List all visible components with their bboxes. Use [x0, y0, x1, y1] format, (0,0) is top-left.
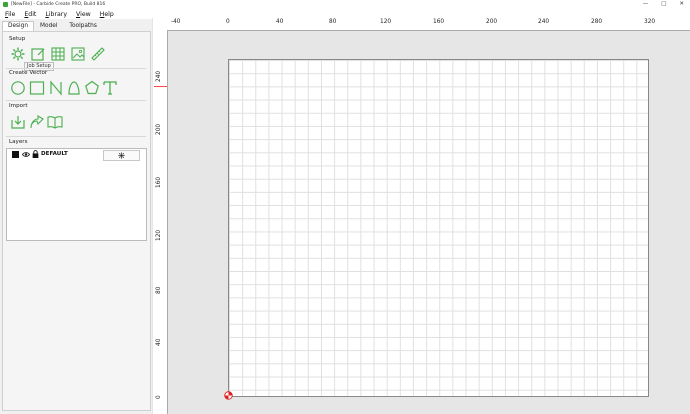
x-tick-label: -40: [171, 19, 181, 25]
ruler-icon[interactable]: [90, 46, 106, 62]
curve-icon[interactable]: [66, 80, 82, 96]
rectangle-icon[interactable]: [29, 80, 45, 96]
window-controls: — □ ✕: [643, 1, 684, 7]
menu-view[interactable]: View: [76, 11, 91, 18]
horizontal-ruler: [168, 18, 690, 31]
y-tick-label: 0: [156, 395, 162, 399]
circle-icon[interactable]: [10, 80, 26, 96]
x-tick-label: 320: [644, 19, 656, 25]
y-tick-label: 160: [156, 176, 162, 188]
polygon-icon[interactable]: [84, 80, 100, 96]
y-tick-label: 120: [156, 229, 162, 241]
x-tick-label: 40: [276, 19, 284, 25]
layer-name[interactable]: DEFAULT: [41, 151, 68, 157]
layers-list: DEFAULT: [6, 148, 147, 241]
gear-icon[interactable]: [10, 46, 26, 62]
y-tick-label: 240: [156, 70, 162, 82]
maximize-icon[interactable]: □: [661, 1, 666, 7]
image-icon[interactable]: [70, 46, 86, 62]
edit-square-icon[interactable]: [30, 46, 46, 62]
x-tick-label: 160: [433, 19, 445, 25]
tab-design[interactable]: Design: [2, 21, 35, 31]
menu-edit[interactable]: Edit: [24, 11, 36, 18]
x-tick-label: 200: [486, 19, 498, 25]
x-tick-label: 120: [380, 19, 392, 25]
book-icon[interactable]: [47, 114, 63, 130]
app-icon: [3, 2, 8, 7]
import-icon[interactable]: [10, 114, 26, 130]
divider: [6, 100, 146, 101]
import-vector-icon[interactable]: [29, 114, 45, 130]
vertical-ruler: [153, 30, 168, 414]
window-title: [NewFile] - Carbide Create PRO, Build 81…: [11, 2, 106, 7]
divider: [6, 68, 146, 69]
menu-file[interactable]: File: [5, 11, 15, 18]
create-vector-label: Create Vector: [9, 70, 48, 76]
import-label: Import: [9, 103, 28, 109]
layer-settings-button[interactable]: [103, 150, 140, 161]
stock-grid[interactable]: [228, 59, 649, 397]
x-tick-label: 0: [226, 19, 230, 25]
origin-marker-icon: [224, 391, 233, 400]
layers-label: Layers: [9, 139, 28, 145]
y-tick-label: 40: [156, 338, 162, 346]
x-tick-label: 280: [591, 19, 603, 25]
menu-help[interactable]: Help: [100, 11, 114, 18]
ruler-cursor-marker: [154, 86, 167, 87]
title-bar: [NewFile] - Carbide Create PRO, Build 81…: [0, 0, 690, 9]
lock-icon[interactable]: [32, 150, 39, 158]
x-tick-label: 240: [538, 19, 550, 25]
gear-icon: [118, 152, 125, 159]
x-tick-label: 80: [329, 19, 337, 25]
setup-label: Setup: [9, 36, 26, 42]
minimize-icon[interactable]: —: [643, 1, 649, 7]
close-icon[interactable]: ✕: [679, 1, 684, 7]
text-icon[interactable]: [102, 80, 118, 96]
layer-color-swatch[interactable]: [12, 151, 19, 158]
y-tick-label: 200: [156, 123, 162, 135]
ruler-corner: [153, 18, 168, 30]
eye-icon[interactable]: [22, 151, 30, 158]
mode-tabs: Design Model Toolpaths: [2, 21, 103, 31]
polyline-icon[interactable]: [48, 80, 64, 96]
y-tick-label: 80: [156, 286, 162, 294]
divider: [6, 136, 146, 137]
grid-icon[interactable]: [50, 46, 66, 62]
menu-library[interactable]: Library: [45, 11, 67, 18]
